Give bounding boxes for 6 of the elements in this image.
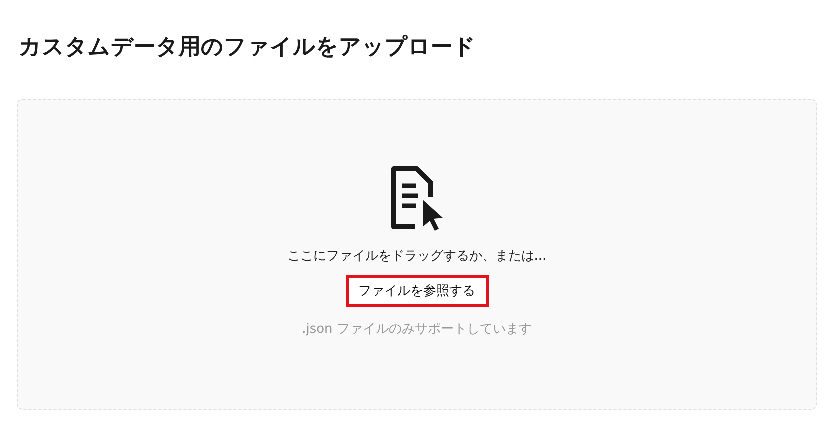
drag-prompt: ここにファイルをドラッグするか、または...: [287, 248, 547, 266]
page-title: カスタムデータ用のファイルをアップロード: [19, 34, 477, 62]
drop-zone[interactable]: ここにファイルをドラッグするか、または... ファイルを参照する .json ファイルのみサポートしています: [17, 99, 817, 410]
document-cursor-icon: [389, 164, 445, 232]
browse-button[interactable]: ファイルを参照する: [346, 275, 488, 307]
supported-format-hint: .json ファイルのみサポートしています: [302, 321, 532, 338]
